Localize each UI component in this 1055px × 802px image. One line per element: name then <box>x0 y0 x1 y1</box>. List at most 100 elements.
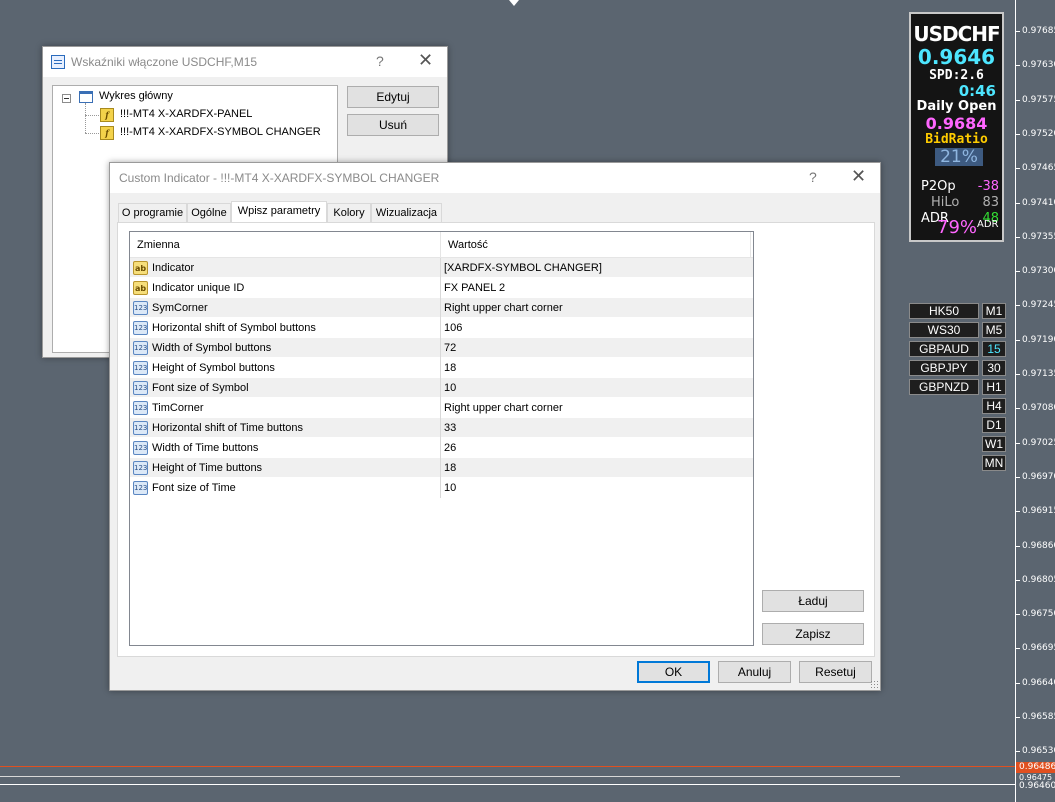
chart-window-icon <box>79 91 93 103</box>
column-separator[interactable] <box>750 232 751 258</box>
price-tick: 0.96640 <box>1016 678 1055 690</box>
parameter-value[interactable]: 10 <box>444 382 456 394</box>
parameter-row[interactable]: 123 Width of Time buttons 26 <box>130 438 753 458</box>
price-tick: 0.96695 <box>1016 643 1055 655</box>
parameter-value[interactable]: 33 <box>444 422 456 434</box>
panel-spread: SPD:2.6 <box>929 68 984 83</box>
tree-connector <box>85 115 99 116</box>
symbol-button-ws30[interactable]: WS30 <box>909 322 979 338</box>
price-tick: 0.97465 <box>1016 163 1055 175</box>
tree-item-main-chart[interactable]: Wykres główny <box>99 90 173 102</box>
edit-button[interactable]: Edytuj <box>347 86 439 108</box>
ok-button[interactable]: OK <box>637 661 710 683</box>
parameter-value[interactable]: 18 <box>444 462 456 474</box>
parameter-row[interactable]: 123 Horizontal shift of Time buttons 33 <box>130 418 753 438</box>
tree-connector <box>85 133 99 134</box>
column-header-value[interactable]: Wartość <box>448 239 488 251</box>
help-button[interactable]: ? <box>809 169 817 185</box>
custom-indicator-titlebar[interactable]: Custom Indicator - !!!-MT4 X-XARDFX-SYMB… <box>110 163 880 193</box>
tab-colors[interactable]: Kolory <box>327 203 371 223</box>
price-tick-label: 0.97410 <box>1022 197 1055 208</box>
parameter-value[interactable]: [XARDFX-SYMBOL CHANGER] <box>444 262 602 274</box>
symbol-button-gbpjpy[interactable]: GBPJPY <box>909 360 979 376</box>
parameter-row[interactable]: 123 SymCorner Right upper chart corner <box>130 298 753 318</box>
parameter-row[interactable]: 123 Horizontal shift of Symbol buttons 106 <box>130 318 753 338</box>
parameter-row[interactable]: ab Indicator unique ID FX PANEL 2 <box>130 278 753 298</box>
price-tick-label: 0.97465 <box>1022 163 1055 174</box>
price-tick-label: 0.97575 <box>1022 94 1055 105</box>
price-tick: 0.97025 <box>1016 438 1055 450</box>
parameter-row[interactable]: 123 Height of Time buttons 18 <box>130 458 753 478</box>
price-tick: 0.96860 <box>1016 541 1055 553</box>
delete-button[interactable]: Usuń <box>347 114 439 136</box>
price-tick: 0.96970 <box>1016 472 1055 484</box>
help-button[interactable]: ? <box>376 53 384 69</box>
parameter-name: Font size of Time <box>152 482 236 494</box>
parameter-row[interactable]: 123 TimCorner Right upper chart corner <box>130 398 753 418</box>
parameter-value[interactable]: FX PANEL 2 <box>444 282 505 294</box>
parameter-value[interactable]: 26 <box>444 442 456 454</box>
parameter-row[interactable]: ab Indicator [XARDFX-SYMBOL CHANGER] <box>130 258 753 278</box>
cell-separator <box>440 258 441 278</box>
symbol-button-gbpnzd[interactable]: GBPNZD <box>909 379 979 395</box>
parameter-value[interactable]: 106 <box>444 322 462 334</box>
cancel-button[interactable]: Anuluj <box>718 661 791 683</box>
parameter-row[interactable]: 123 Width of Symbol buttons 72 <box>130 338 753 358</box>
timeframe-button-h1[interactable]: H1 <box>982 379 1006 395</box>
inputs-tab-pane: Zmienna Wartość ab Indicator [XARDFX-SYMBO… <box>117 222 875 657</box>
tree-connector <box>85 103 86 133</box>
resize-grip-icon[interactable] <box>870 680 878 688</box>
chart-shift-marker[interactable] <box>509 0 519 6</box>
timeframe-button-h4[interactable]: H4 <box>982 398 1006 414</box>
parameter-name: Font size of Symbol <box>152 382 249 394</box>
symbol-button-hk50[interactable]: HK50 <box>909 303 979 319</box>
cell-separator <box>440 458 441 478</box>
parameter-row[interactable]: 123 Font size of Symbol 10 <box>130 378 753 398</box>
parameter-row[interactable]: 123 Font size of Time 10 <box>130 478 753 498</box>
parameter-name: Width of Time buttons <box>152 442 259 454</box>
timeframe-button-m5[interactable]: M5 <box>982 322 1006 338</box>
cell-separator <box>440 278 441 298</box>
tab-visualization[interactable]: Wizualizacja <box>371 203 442 223</box>
tree-item-indicator-symbol-changer[interactable]: !!!-MT4 X-XARDFX-SYMBOL CHANGER <box>120 126 321 138</box>
timeframe-button-15[interactable]: 15 <box>982 341 1006 357</box>
symbol-button-gbpaud[interactable]: GBPAUD <box>909 341 979 357</box>
cell-separator <box>440 418 441 438</box>
chart-bottom-border <box>0 784 1015 785</box>
panel-daily-open-label: Daily Open <box>916 99 997 114</box>
timeframe-button-mn[interactable]: MN <box>982 455 1006 471</box>
parameter-value[interactable]: 10 <box>444 482 456 494</box>
price-tick: 0.96805 <box>1016 575 1055 587</box>
tab-general[interactable]: Ogólne <box>187 203 231 223</box>
collapse-icon[interactable] <box>62 94 71 103</box>
timeframe-button-30[interactable]: 30 <box>982 360 1006 376</box>
timeframe-button-w1[interactable]: W1 <box>982 436 1006 452</box>
indicators-window-titlebar[interactable]: Wskaźniki włączone USDCHF,M15 ? ✕ <box>43 47 447 77</box>
close-icon[interactable]: ✕ <box>851 166 866 187</box>
parameter-value[interactable]: 72 <box>444 342 456 354</box>
tree-item-indicator-panel[interactable]: !!!-MT4 X-XARDFX-PANEL <box>120 108 252 120</box>
number-type-icon: 123 <box>133 401 148 415</box>
column-separator[interactable] <box>440 232 441 258</box>
reset-button[interactable]: Resetuj <box>799 661 872 683</box>
close-icon[interactable]: ✕ <box>418 50 433 71</box>
column-header-variable[interactable]: Zmienna <box>137 239 180 251</box>
load-button[interactable]: Ładuj <box>762 590 864 612</box>
price-axis[interactable]: 0.97685 0.97630 0.97575 0.97520 0.97465 0.974… <box>1015 0 1055 802</box>
panel-row-value: -38 <box>977 179 999 194</box>
custom-indicator-title: Custom Indicator - !!!-MT4 X-XARDFX-SYMB… <box>119 171 440 185</box>
parameter-name: Indicator <box>152 262 195 274</box>
save-button[interactable]: Zapisz <box>762 623 864 645</box>
parameter-value[interactable]: Right upper chart corner <box>444 402 563 414</box>
indicator-fx-icon: f <box>100 108 114 122</box>
tab-inputs[interactable]: Wpisz parametry <box>231 201 327 223</box>
parameter-row[interactable]: 123 Height of Symbol buttons 18 <box>130 358 753 378</box>
price-tick-label: 0.96695 <box>1022 643 1055 654</box>
parameter-value[interactable]: Right upper chart corner <box>444 302 563 314</box>
timeframe-button-d1[interactable]: D1 <box>982 417 1006 433</box>
tab-about[interactable]: O programie <box>118 203 187 223</box>
timeframe-button-m1[interactable]: M1 <box>982 303 1006 319</box>
parameter-value[interactable]: 18 <box>444 362 456 374</box>
bid-price-line <box>0 776 900 777</box>
parameters-grid[interactable]: Zmienna Wartość ab Indicator [XARDFX-SYMBO… <box>129 231 754 646</box>
